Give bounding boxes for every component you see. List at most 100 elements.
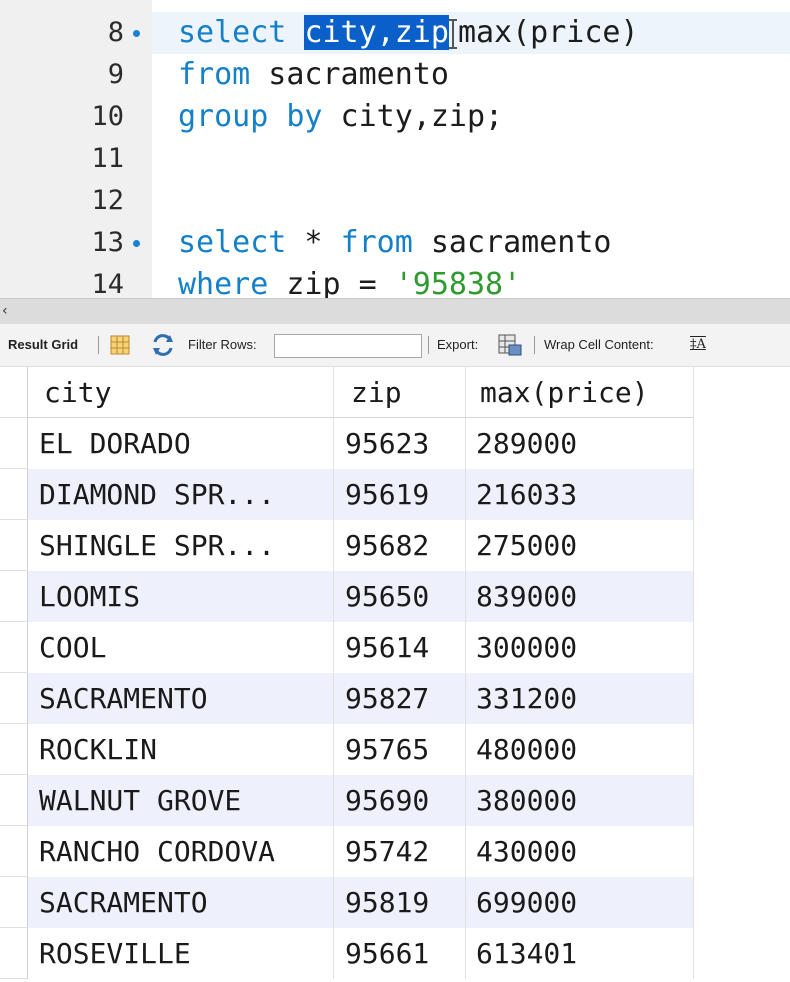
cell-max-price[interactable]: 699000 bbox=[466, 877, 694, 928]
cell-zip[interactable]: 95619 bbox=[334, 469, 466, 520]
row-header-corner[interactable] bbox=[0, 367, 28, 418]
row-header[interactable] bbox=[0, 724, 28, 775]
cell-city[interactable]: DIAMOND SPR... bbox=[28, 469, 334, 520]
code-line-14[interactable]: 14 where zip = '95838' bbox=[0, 264, 790, 298]
statement-marker-icon bbox=[133, 240, 140, 247]
cell-zip[interactable]: 95765 bbox=[334, 724, 466, 775]
toolbar-divider bbox=[534, 336, 535, 354]
table-row[interactable]: COOL 95614 300000 bbox=[0, 622, 694, 673]
table-row[interactable]: SHINGLE SPR... 95682 275000 bbox=[0, 520, 694, 571]
filter-rows-label: Filter Rows: bbox=[188, 337, 257, 352]
cell-max-price[interactable]: 480000 bbox=[466, 724, 694, 775]
row-header[interactable] bbox=[0, 571, 28, 622]
row-header[interactable] bbox=[0, 826, 28, 877]
table-row[interactable]: ROSEVILLE 95661 613401 bbox=[0, 928, 694, 979]
cell-city[interactable]: ROSEVILLE bbox=[28, 928, 334, 979]
code-text[interactable]: select * from sacramento bbox=[178, 222, 612, 264]
export-label: Export: bbox=[437, 337, 479, 352]
row-header[interactable] bbox=[0, 775, 28, 826]
line-number: 8 bbox=[107, 17, 124, 48]
table-row[interactable]: DIAMOND SPR... 95619 216033 bbox=[0, 469, 694, 520]
code-text[interactable]: where zip = '95838' bbox=[178, 264, 521, 298]
cell-zip[interactable]: 95819 bbox=[334, 877, 466, 928]
grid-header-row: city zip max(price) bbox=[0, 367, 694, 418]
cell-zip[interactable]: 95650 bbox=[334, 571, 466, 622]
row-header[interactable] bbox=[0, 520, 28, 571]
cell-max-price[interactable]: 613401 bbox=[466, 928, 694, 979]
cell-city[interactable]: SHINGLE SPR... bbox=[28, 520, 334, 571]
table-row[interactable]: RANCHO CORDOVA 95742 430000 bbox=[0, 826, 694, 877]
filter-rows-input[interactable] bbox=[274, 334, 422, 358]
cell-zip[interactable]: 95827 bbox=[334, 673, 466, 724]
line-number: 12 bbox=[91, 185, 124, 216]
cell-zip[interactable]: 95614 bbox=[334, 622, 466, 673]
cell-max-price[interactable]: 331200 bbox=[466, 673, 694, 724]
code-line-9[interactable]: 9 from sacramento bbox=[0, 54, 790, 96]
code-line-8[interactable]: 8 select city,zip max(price) bbox=[0, 12, 790, 54]
keyword: from bbox=[340, 225, 413, 260]
code-token: sacramento bbox=[250, 57, 449, 92]
horizontal-scrollbar[interactable]: ‹ bbox=[0, 298, 790, 325]
keyword: group by bbox=[178, 99, 323, 134]
column-header-city[interactable]: city bbox=[28, 367, 334, 418]
result-grid-tab[interactable]: Result Grid bbox=[8, 324, 78, 366]
result-grid[interactable]: city zip max(price) EL DORADO 95623 289000… bbox=[0, 367, 790, 982]
code-line-11[interactable]: 11 bbox=[0, 138, 790, 180]
cell-city[interactable]: SACRAMENTO bbox=[28, 673, 334, 724]
cell-max-price[interactable]: 380000 bbox=[466, 775, 694, 826]
grid-layout-icon[interactable] bbox=[109, 324, 131, 366]
string-literal: '95838' bbox=[394, 267, 522, 298]
cell-max-price[interactable]: 216033 bbox=[466, 469, 694, 520]
cell-max-price[interactable]: 275000 bbox=[466, 520, 694, 571]
result-toolbar: Result Grid Filter Rows: Export: Wrap Ce… bbox=[0, 324, 790, 367]
code-line-10[interactable]: 10 group by city,zip; bbox=[0, 96, 790, 138]
sql-editor[interactable]: 8 select city,zip max(price) 9 from sacra… bbox=[0, 0, 790, 298]
scroll-left-icon[interactable]: ‹ bbox=[2, 303, 8, 319]
table-row[interactable]: LOOMIS 95650 839000 bbox=[0, 571, 694, 622]
cell-city[interactable]: LOOMIS bbox=[28, 571, 334, 622]
row-header[interactable] bbox=[0, 673, 28, 724]
code-token: max(price) bbox=[457, 15, 639, 50]
cell-city[interactable]: WALNUT GROVE bbox=[28, 775, 334, 826]
code-token: sacramento bbox=[412, 225, 612, 260]
cell-zip[interactable]: 95661 bbox=[334, 928, 466, 979]
code-line-12[interactable]: 12 bbox=[0, 180, 790, 222]
code-token: zip = bbox=[268, 267, 395, 298]
cell-zip[interactable]: 95682 bbox=[334, 520, 466, 571]
table-row[interactable]: EL DORADO 95623 289000 bbox=[0, 418, 694, 469]
code-text[interactable]: select city,zip max(price) bbox=[178, 12, 639, 54]
toolbar-divider bbox=[428, 336, 429, 354]
code-token: * bbox=[286, 225, 341, 260]
row-header[interactable] bbox=[0, 469, 28, 520]
cell-max-price[interactable]: 839000 bbox=[466, 571, 694, 622]
cell-zip[interactable]: 95690 bbox=[334, 775, 466, 826]
column-header-zip[interactable]: zip bbox=[334, 367, 466, 418]
code-line-13[interactable]: 13 select * from sacramento bbox=[0, 222, 790, 264]
table-row[interactable]: ROCKLIN 95765 480000 bbox=[0, 724, 694, 775]
cell-city[interactable]: SACRAMENTO bbox=[28, 877, 334, 928]
cell-zip[interactable]: 95742 bbox=[334, 826, 466, 877]
column-header-max-price[interactable]: max(price) bbox=[466, 367, 694, 418]
keyword: where bbox=[178, 267, 269, 298]
refresh-icon[interactable] bbox=[150, 324, 176, 366]
cell-city[interactable]: RANCHO CORDOVA bbox=[28, 826, 334, 877]
cell-city[interactable]: ROCKLIN bbox=[28, 724, 334, 775]
text-cursor-icon bbox=[448, 18, 458, 49]
row-header[interactable] bbox=[0, 928, 28, 979]
cell-city[interactable]: EL DORADO bbox=[28, 418, 334, 469]
table-row[interactable]: SACRAMENTO 95819 699000 bbox=[0, 877, 694, 928]
row-header[interactable] bbox=[0, 418, 28, 469]
cell-max-price[interactable]: 289000 bbox=[466, 418, 694, 469]
table-row[interactable]: WALNUT GROVE 95690 380000 bbox=[0, 775, 694, 826]
wrap-text-icon[interactable]: ‡A bbox=[690, 324, 706, 366]
code-text[interactable]: group by city,zip; bbox=[178, 96, 503, 138]
cell-zip[interactable]: 95623 bbox=[334, 418, 466, 469]
export-icon[interactable] bbox=[496, 324, 524, 366]
table-row[interactable]: SACRAMENTO 95827 331200 bbox=[0, 673, 694, 724]
cell-max-price[interactable]: 300000 bbox=[466, 622, 694, 673]
row-header[interactable] bbox=[0, 622, 28, 673]
row-header[interactable] bbox=[0, 877, 28, 928]
code-text[interactable]: from sacramento bbox=[178, 54, 449, 96]
cell-max-price[interactable]: 430000 bbox=[466, 826, 694, 877]
cell-city[interactable]: COOL bbox=[28, 622, 334, 673]
